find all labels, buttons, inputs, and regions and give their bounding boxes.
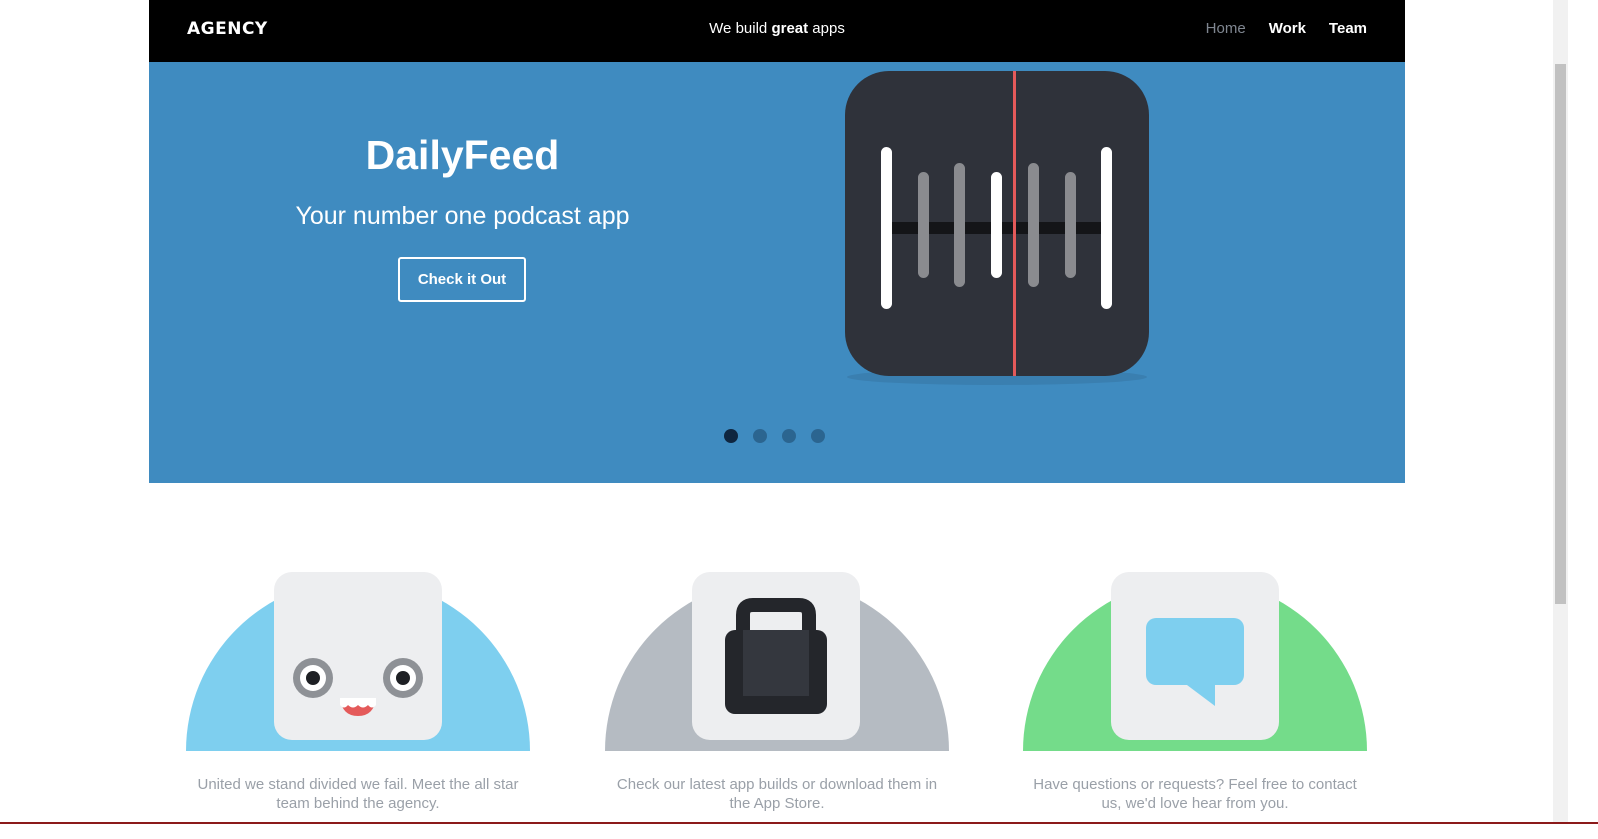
page: AGENCY We build great apps Home Work Tea… [0,0,1598,839]
feature-contact-text: Have questions or requests? Feel free to… [1033,776,1357,812]
hero-carousel: DailyFeed Your number one podcast app Ch… [149,62,1405,483]
check-it-out-button[interactable]: Check it Out [398,257,526,302]
tagline-prefix: We build [709,20,768,37]
shopping-bag-icon[interactable] [605,570,949,752]
vertical-scrollbar[interactable] [1553,0,1568,823]
feature-work-text: Check our latest app builds or download … [616,776,938,812]
carousel-indicators [724,429,825,443]
smiley-face-icon[interactable] [186,570,530,752]
scrollbar-thumb[interactable] [1555,64,1566,604]
nav-work[interactable]: Work [1269,20,1306,37]
tagline-suffix: apps [812,20,845,37]
hero-subtitle: Your number one podcast app [295,202,630,230]
carousel-dot-3[interactable] [782,429,796,443]
carousel-dot-1[interactable] [724,429,738,443]
feature-work: Check our latest app builds or download … [605,570,949,813]
hero-title: DailyFeed [365,132,560,178]
main-nav: Home Work Team [1206,20,1367,37]
speech-bubble-icon[interactable] [1023,570,1367,752]
carousel-dot-2[interactable] [753,429,767,443]
podcast-app-icon [845,71,1149,385]
feature-team: United we stand divided we fail. Meet th… [186,570,530,813]
feature-team-text: United we stand divided we fail. Meet th… [197,776,519,812]
nav-home[interactable]: Home [1206,20,1246,37]
carousel-dot-4[interactable] [811,429,825,443]
feature-contact: Have questions or requests? Feel free to… [1023,570,1367,813]
tagline-bold: great [771,20,809,37]
top-navbar: AGENCY We build great apps Home Work Tea… [149,0,1405,62]
window-bottom-edge [0,822,1598,824]
nav-team[interactable]: Team [1329,20,1367,37]
